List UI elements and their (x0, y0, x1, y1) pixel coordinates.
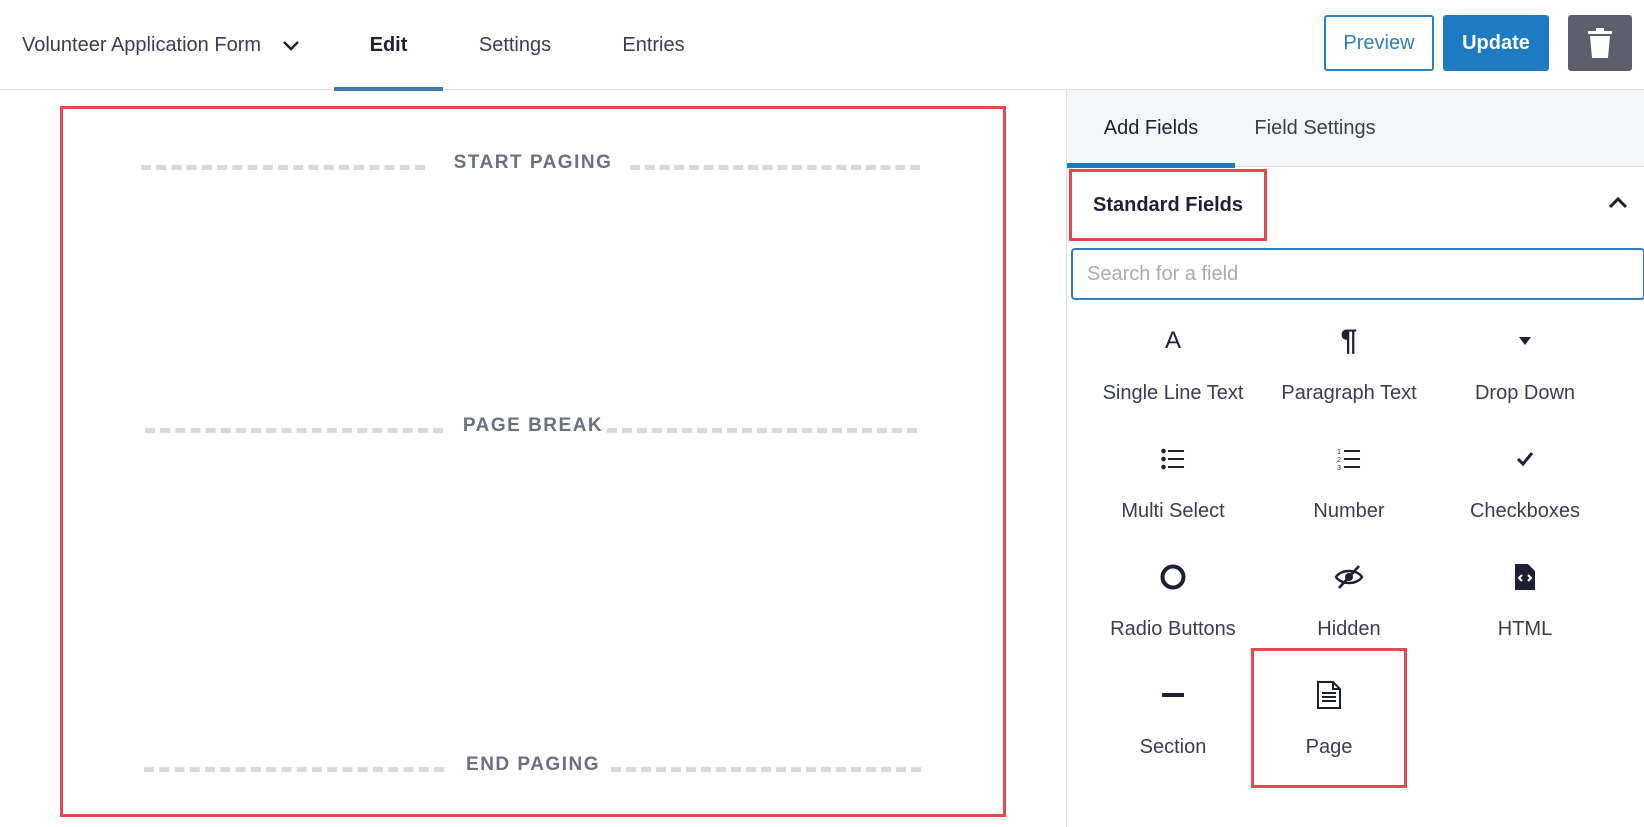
radio-circle-icon (1085, 560, 1261, 594)
update-button[interactable]: Update (1443, 15, 1549, 71)
start-paging-label: START PAGING (453, 152, 613, 173)
minus-icon (1085, 678, 1261, 712)
form-canvas[interactable]: START PAGING PAGE BREAK END PAGING (60, 106, 1006, 817)
page-icon (1254, 678, 1404, 712)
tab-field-settings[interactable]: Field Settings (1235, 90, 1395, 167)
page-break-divider[interactable]: PAGE BREAK (63, 415, 1003, 445)
tab-add-fields[interactable]: Add Fields (1067, 90, 1235, 168)
form-title: Volunteer Application Form (22, 34, 262, 56)
top-bar: Volunteer Application Form Edit Settings… (0, 0, 1644, 91)
field-label: HTML (1497, 618, 1553, 640)
standard-fields-header[interactable]: Standard Fields (1069, 169, 1267, 241)
code-file-icon (1437, 560, 1613, 594)
field-label: Radio Buttons (1110, 618, 1236, 640)
field-label: Page (1305, 736, 1353, 758)
field-single-line-text[interactable]: A Single Line Text (1085, 312, 1261, 430)
field-label: Number (1313, 500, 1385, 522)
field-search-input[interactable] (1071, 248, 1644, 300)
end-paging-label: END PAGING (466, 754, 600, 775)
paragraph-icon: ¶ (1340, 324, 1358, 357)
single-line-text-icon: A (1164, 327, 1181, 354)
tab-entries[interactable]: Entries (606, 0, 701, 90)
start-paging-divider[interactable]: START PAGING (63, 152, 1003, 182)
field-label: Hidden (1317, 618, 1381, 640)
end-paging-divider[interactable]: END PAGING (63, 754, 1003, 784)
sidebar-tabs: Add Fields Field Settings (1067, 90, 1644, 168)
field-checkboxes[interactable]: Checkboxes (1437, 430, 1613, 548)
svg-text:2: 2 (1337, 457, 1341, 464)
svg-text:1: 1 (1337, 449, 1341, 456)
field-page[interactable]: Page (1251, 648, 1407, 788)
field-html[interactable]: HTML (1437, 548, 1613, 666)
trash-icon (1588, 28, 1612, 58)
field-label: Single Line Text (1102, 382, 1244, 404)
eye-slash-icon (1261, 560, 1437, 594)
field-multi-select[interactable]: Multi Select (1085, 430, 1261, 548)
field-drop-down[interactable]: Drop Down (1437, 312, 1613, 430)
field-label: Paragraph Text (1281, 382, 1417, 404)
tab-settings[interactable]: Settings (466, 0, 564, 90)
checkmark-icon (1437, 442, 1613, 476)
field-radio-buttons[interactable]: Radio Buttons (1085, 548, 1261, 666)
editor-sidebar: Add Fields Field Settings Standard Field… (1066, 90, 1644, 827)
numbered-list-icon: 1 2 3 (1261, 442, 1437, 476)
dashed-line (630, 165, 920, 170)
chevron-down-icon (283, 40, 299, 51)
field-section[interactable]: Section (1085, 666, 1261, 784)
dropdown-icon (1437, 324, 1613, 358)
svg-text:3: 3 (1337, 465, 1341, 470)
dashed-line (611, 767, 921, 772)
field-number[interactable]: 1 2 3 Number (1261, 430, 1437, 548)
field-label: Checkboxes (1469, 500, 1581, 522)
dashed-line (607, 428, 917, 433)
chevron-up-icon[interactable] (1605, 190, 1631, 216)
delete-button[interactable] (1568, 15, 1632, 71)
list-icon (1085, 442, 1261, 476)
field-label: Section (1139, 736, 1207, 758)
page-break-label: PAGE BREAK (462, 415, 604, 436)
form-switcher[interactable]: Volunteer Application Form (22, 34, 301, 57)
field-label: Drop Down (1474, 382, 1576, 404)
field-label: Multi Select (1121, 500, 1225, 522)
tab-edit[interactable]: Edit (334, 0, 443, 91)
preview-button[interactable]: Preview (1324, 15, 1434, 71)
field-paragraph-text[interactable]: ¶ Paragraph Text (1261, 312, 1437, 430)
